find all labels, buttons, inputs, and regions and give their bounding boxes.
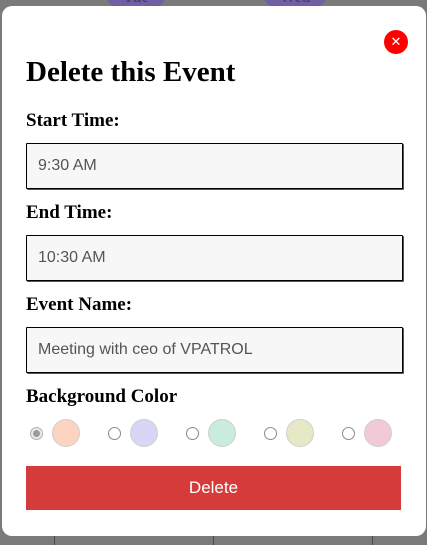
- color-option[interactable]: [264, 419, 324, 447]
- color-swatch[interactable]: [208, 419, 236, 447]
- calendar-grid-line: [54, 535, 55, 545]
- color-swatch[interactable]: [130, 419, 158, 447]
- color-radio[interactable]: [342, 427, 355, 440]
- calendar-grid-line: [372, 535, 373, 545]
- color-option[interactable]: [342, 419, 402, 447]
- color-swatch[interactable]: [364, 419, 392, 447]
- color-swatch[interactable]: [52, 419, 80, 447]
- color-swatch[interactable]: [286, 419, 314, 447]
- color-radio[interactable]: [186, 427, 199, 440]
- end-time-field[interactable]: 10:30 AM: [26, 235, 403, 281]
- start-time-label: Start Time:: [26, 110, 120, 131]
- close-button[interactable]: ✕: [384, 30, 408, 54]
- event-name-field[interactable]: Meeting with ceo of VPATROL: [26, 327, 403, 373]
- color-option[interactable]: [186, 419, 246, 447]
- color-option[interactable]: [30, 419, 90, 447]
- color-radio[interactable]: [264, 427, 277, 440]
- background-color-options: [30, 419, 400, 447]
- close-icon: ✕: [390, 34, 402, 50]
- color-radio[interactable]: [30, 427, 43, 440]
- delete-event-modal: ✕ Delete this Event Start Time: 9:30 AM …: [2, 6, 426, 536]
- color-radio[interactable]: [108, 427, 121, 440]
- event-name-label: Event Name:: [26, 294, 133, 315]
- end-time-label: End Time:: [26, 202, 113, 223]
- background-color-label: Background Color: [26, 386, 178, 407]
- calendar-grid-line: [213, 535, 214, 545]
- color-option[interactable]: [108, 419, 168, 447]
- start-time-field[interactable]: 9:30 AM: [26, 143, 403, 189]
- delete-button[interactable]: Delete: [26, 466, 401, 510]
- modal-title: Delete this Event: [26, 56, 236, 88]
